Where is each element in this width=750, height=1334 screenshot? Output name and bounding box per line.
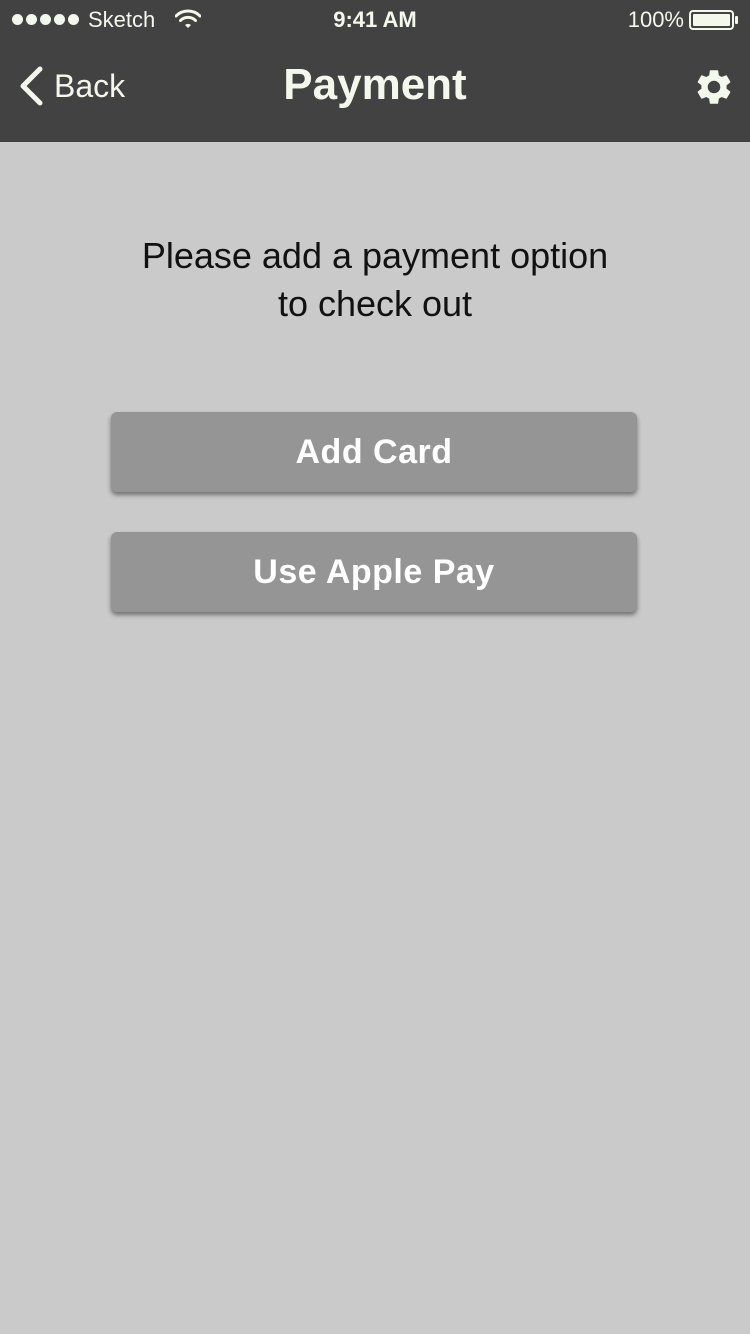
battery-percentage: 100% — [627, 7, 684, 32]
payment-prompt: Please add a payment option to check out — [0, 232, 750, 328]
status-bar: Sketch 9:41 AM 100% — [0, 0, 750, 40]
page-title: Payment — [283, 60, 467, 109]
gear-icon[interactable] — [693, 66, 735, 108]
payment-prompt-line-2: to check out — [277, 283, 473, 324]
navigation-header: Sketch 9:41 AM 100% Back Payment — [0, 0, 750, 142]
use-apple-pay-button[interactable]: Use Apple Pay — [111, 532, 637, 612]
payment-prompt-line-1: Please add a payment option — [141, 235, 609, 276]
add-card-button[interactable]: Add Card — [111, 412, 637, 492]
battery-icon — [689, 10, 738, 30]
